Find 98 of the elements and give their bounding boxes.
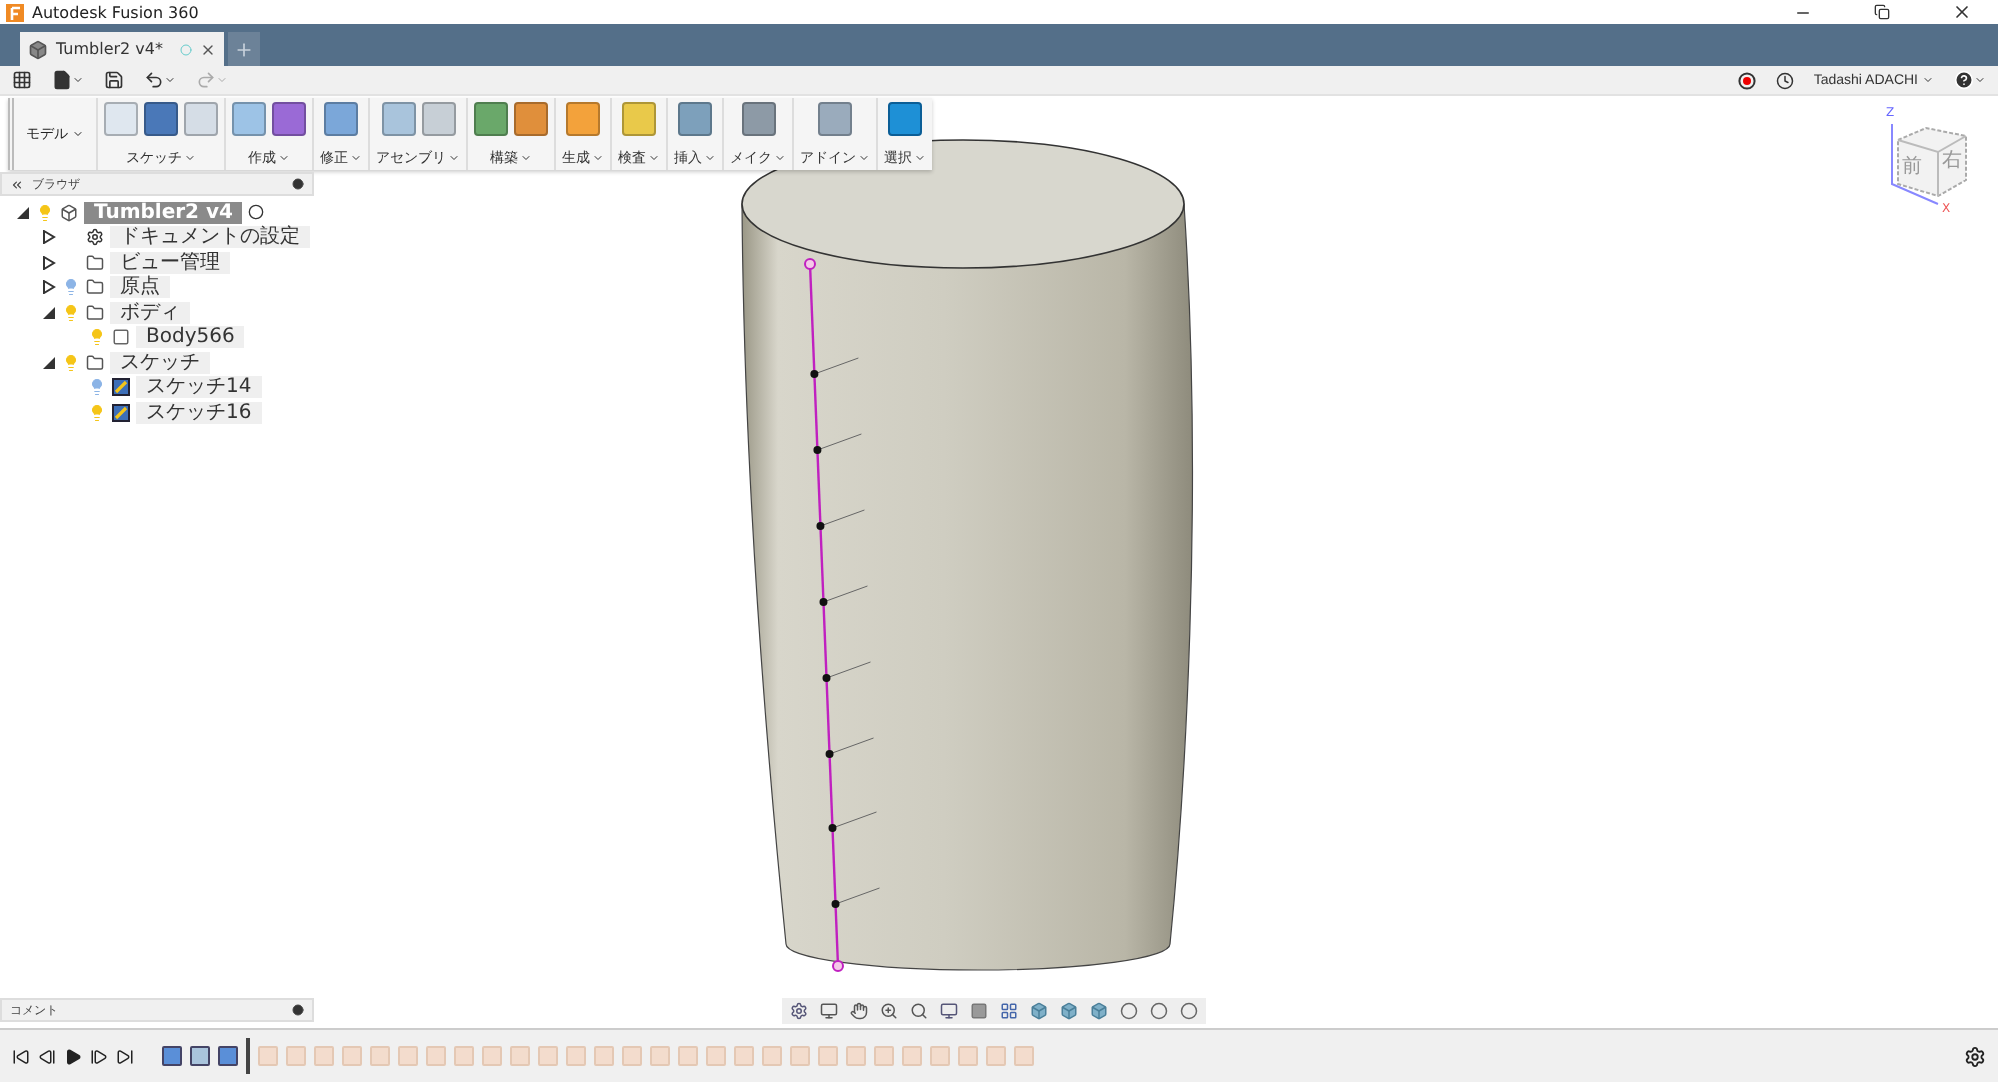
caret-icon (164, 74, 176, 86)
plus-icon (234, 39, 254, 59)
caret-icon (858, 152, 870, 164)
cube-face-label: 前 (1902, 154, 1922, 180)
zoom-icon[interactable] (880, 1002, 898, 1020)
component-icon (60, 203, 78, 222)
cube-icon[interactable] (1060, 1002, 1078, 1020)
cube-icon[interactable] (1030, 1002, 1048, 1020)
window-title: Autodesk Fusion 360 (32, 3, 201, 21)
sketch-icon (112, 403, 130, 422)
step-forward-icon (90, 1047, 108, 1065)
document-tab[interactable]: Tumbler2 v4* (20, 32, 224, 66)
caret-icon (1974, 74, 1986, 86)
first-frame-button[interactable] (12, 1047, 30, 1065)
cube-icon (28, 39, 48, 59)
grid-icon (12, 70, 32, 90)
last-frame-button[interactable] (116, 1047, 134, 1065)
settings-button[interactable] (1964, 1045, 1986, 1067)
tree-item[interactable]: ビュー管理 (110, 251, 230, 274)
tool-icon[interactable] (888, 102, 922, 136)
folder-icon (86, 253, 104, 272)
pan-icon[interactable] (850, 1002, 868, 1020)
folder-icon (86, 353, 104, 372)
expanded-arrow-icon[interactable] (42, 305, 56, 320)
next-button[interactable] (90, 1047, 108, 1065)
save-button[interactable] (104, 68, 124, 92)
step-back-icon (38, 1047, 56, 1065)
expanded-arrow-icon[interactable] (16, 205, 30, 220)
caret-icon (774, 152, 786, 164)
record-button[interactable] (1737, 68, 1756, 92)
help-button[interactable] (1954, 68, 1986, 92)
undo-button[interactable] (144, 68, 176, 92)
expanded-arrow-icon[interactable] (42, 355, 56, 370)
collapsed-arrow-icon[interactable] (42, 230, 56, 245)
tree-item[interactable]: スケッチ14 (136, 376, 262, 399)
tree-item[interactable]: 原点 (110, 276, 170, 299)
body-icon (112, 328, 130, 347)
sketch-icon (112, 378, 130, 397)
collapsed-arrow-icon[interactable] (42, 280, 56, 295)
caret-icon (520, 152, 532, 164)
timeline-marker[interactable] (246, 1038, 250, 1074)
caret-icon (278, 152, 290, 164)
status-circle-icon (180, 43, 192, 55)
caret-icon (72, 128, 84, 140)
view-circle-icon[interactable] (1180, 1002, 1198, 1020)
previous-button[interactable] (38, 1047, 56, 1065)
timeline-feature-icon[interactable] (218, 1046, 238, 1066)
display-icon[interactable] (940, 1002, 958, 1020)
collapse-icon[interactable] (10, 177, 24, 191)
tree-item[interactable]: スケッチ (110, 351, 210, 374)
tree-item[interactable]: Body566 (136, 326, 245, 349)
redo-icon (196, 70, 216, 90)
new-tab-button[interactable] (228, 32, 260, 66)
timeline-feature-icon[interactable] (162, 1046, 182, 1066)
history-button[interactable] (1775, 68, 1794, 92)
caret-icon (648, 152, 660, 164)
help-icon (1954, 70, 1974, 90)
caret-icon (1922, 74, 1934, 86)
settings-icon (1964, 1045, 1986, 1067)
folder-icon (86, 278, 104, 297)
view-circle-icon[interactable] (1150, 1002, 1168, 1020)
timeline-feature-icon[interactable] (190, 1046, 210, 1066)
save-icon (104, 70, 124, 90)
undo-icon (144, 70, 164, 90)
caret-icon (72, 74, 84, 86)
play-button[interactable] (64, 1047, 82, 1065)
radio-icon[interactable] (248, 204, 265, 221)
caret-icon (184, 152, 196, 164)
caret-icon (704, 152, 716, 164)
play-icon (64, 1047, 82, 1065)
file-menu-button[interactable] (52, 68, 84, 92)
close-icon[interactable] (200, 41, 216, 57)
apps-grid-button[interactable] (12, 68, 32, 92)
skip-forward-icon (116, 1047, 134, 1065)
restore-icon (1874, 4, 1890, 20)
file-icon (52, 70, 72, 90)
collapsed-arrow-icon[interactable] (42, 255, 56, 270)
record-icon (1737, 71, 1756, 89)
caret-icon (216, 74, 228, 86)
caret-icon (350, 152, 362, 164)
clock-icon (1775, 71, 1794, 89)
visual-style-icon[interactable] (970, 1002, 988, 1020)
caret-icon (448, 152, 460, 164)
tab-title: Tumbler2 v4* (56, 40, 166, 58)
tree-item[interactable]: スケッチ16 (136, 401, 262, 424)
redo-button[interactable] (196, 68, 228, 92)
cube-icon[interactable] (1090, 1002, 1108, 1020)
view-circle-icon[interactable] (1120, 1002, 1138, 1020)
caret-icon (592, 152, 604, 164)
cube-face-label: 右 (1942, 148, 1962, 174)
caret-icon (914, 152, 926, 164)
grid-icon[interactable] (1000, 1002, 1018, 1020)
gear-icon (86, 228, 104, 247)
folder-icon (86, 303, 104, 322)
tree-item[interactable]: ボディ (110, 301, 190, 324)
tree-item[interactable]: ドキュメントの設定 (110, 226, 310, 249)
close-icon (1952, 2, 1972, 22)
skip-back-icon (12, 1047, 30, 1065)
